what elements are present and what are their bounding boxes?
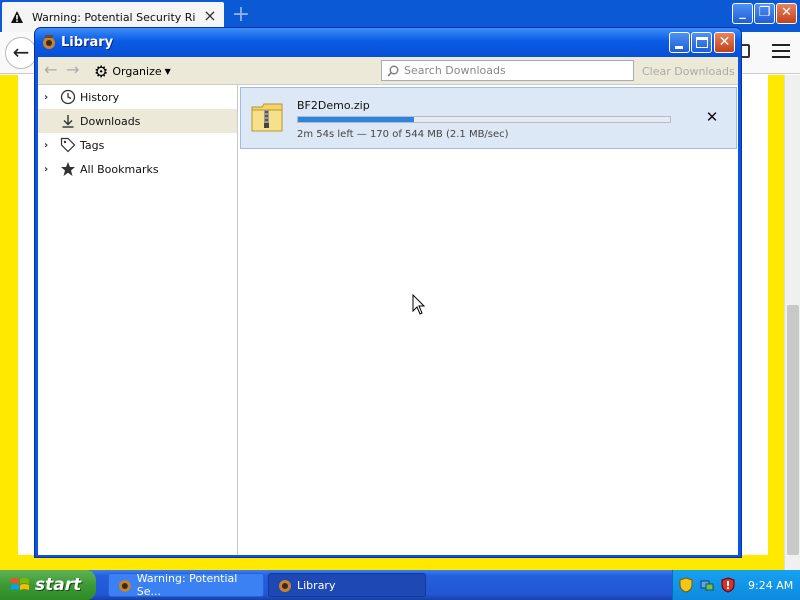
sidebar-item-tags[interactable]: › Tags [38,133,237,157]
library-window: Library ✕ ← → ⚙ Organize ▼ Clear Downloa… [34,27,742,558]
minimize-button[interactable]: _ [732,3,753,24]
firefox-library-icon [43,35,55,49]
zip-file-icon [251,103,283,132]
downloads-list: BF2Demo.zip 2m 54s left — 170 of 544 MB … [239,85,738,555]
sidebar-item-all-bookmarks[interactable]: › All Bookmarks [38,157,237,181]
sidebar-item-history[interactable]: › History [38,85,237,109]
warning-icon [11,11,23,23]
search-downloads-input[interactable] [404,64,624,77]
tag-icon [59,136,77,154]
system-tray: 9:24 AM [672,570,800,600]
forward-arrow-icon[interactable]: → [66,62,82,78]
chevron-right-icon[interactable]: › [44,164,56,175]
network-icon[interactable] [699,577,715,593]
download-progress-bar [297,116,671,123]
library-toolbar: ← → ⚙ Organize ▼ Clear Downloads [38,57,738,85]
windows-flag-icon [11,578,29,590]
clock-icon [59,88,77,106]
download-filename: BF2Demo.zip [297,99,370,112]
library-body: ← → ⚙ Organize ▼ Clear Downloads › [38,57,738,555]
organize-label: Organize [112,64,162,78]
download-item[interactable]: BF2Demo.zip 2m 54s left — 170 of 544 MB … [240,87,737,149]
library-sidebar: › History Downloads › Tags › All Bookmar… [38,85,238,555]
download-progress-fill [298,117,415,122]
chevron-right-icon[interactable]: › [44,140,56,151]
warning-border-left [0,75,18,570]
close-tab-icon[interactable]: × [202,8,218,24]
cancel-download-button[interactable]: ✕ [703,108,721,126]
library-minimize-button[interactable] [669,32,690,53]
security-alert-icon[interactable] [720,577,736,593]
tab-title: Warning: Potential Security Risk Ahead [32,11,196,24]
scrollbar-thumb[interactable] [787,305,799,555]
search-icon [387,65,399,77]
firefox-library-icon [279,580,291,592]
download-status: 2m 54s left — 170 of 544 MB (2.1 MB/sec) [297,129,509,140]
restore-button[interactable]: ❐ [754,3,775,24]
warning-border-right [768,75,784,570]
taskbar: start Warning: Potential Se... Library 9… [0,570,800,600]
sidebar-item-label: Downloads [80,114,141,128]
back-button[interactable]: ← [5,37,37,69]
new-tab-button[interactable]: + [230,4,252,26]
firefox-icon [118,580,131,592]
sidebar-item-label: History [80,90,120,104]
security-shield-icon[interactable] [678,577,694,593]
gear-icon: ⚙ [94,61,109,81]
library-title: Library [61,35,114,50]
sidebar-item-downloads[interactable]: Downloads [38,109,237,133]
sidebar-item-label: Tags [80,138,105,152]
star-icon [59,160,77,178]
library-close-button[interactable]: ✕ [714,32,735,53]
clock: 9:24 AM [748,578,794,592]
hamburger-menu-icon[interactable] [772,44,790,60]
library-titlebar[interactable]: Library ✕ [35,28,741,57]
start-label: start [35,575,82,595]
taskbar-item-label: Library [297,578,336,592]
taskbar-item-label: Warning: Potential Se... [136,572,238,598]
back-arrow-icon[interactable]: ← [44,62,60,78]
download-arrow-icon [59,112,77,130]
chevron-right-icon[interactable]: › [44,92,56,103]
mouse-cursor-icon [412,294,426,315]
clear-downloads-button[interactable]: Clear Downloads [642,65,735,78]
chevron-down-icon: ▼ [164,66,171,76]
taskbar-item-library[interactable]: Library [268,573,426,597]
start-button[interactable]: start [0,570,96,600]
taskbar-item-firefox[interactable]: Warning: Potential Se... [108,572,264,598]
close-window-button[interactable]: ✕ [776,3,797,24]
search-downloads-field[interactable] [381,60,634,81]
organize-button[interactable]: ⚙ Organize ▼ [94,61,171,81]
library-maximize-button[interactable] [691,32,712,53]
page-scrollbar[interactable] [784,75,800,570]
sidebar-item-label: All Bookmarks [80,162,159,176]
